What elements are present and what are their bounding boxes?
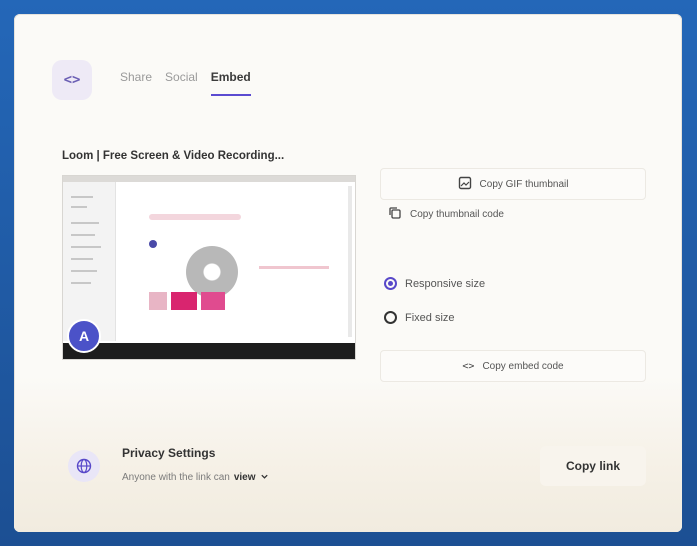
play-icon[interactable]	[186, 246, 238, 298]
thumbnail-sidebar	[63, 182, 116, 341]
code-icon: <>	[52, 60, 92, 100]
radio-fixed-size[interactable]: Fixed size	[384, 311, 455, 324]
thumbnail-controls	[63, 343, 355, 359]
copy-gif-thumbnail-label: Copy GIF thumbnail	[479, 178, 569, 190]
globe-icon	[68, 450, 100, 482]
privacy-prefix: Anyone with the link can	[122, 472, 230, 483]
privacy-settings-title: Privacy Settings	[122, 446, 216, 460]
radio-unselected-icon[interactable]	[384, 311, 397, 324]
tab-social[interactable]: Social	[165, 70, 198, 96]
thumbnail-line	[71, 258, 93, 260]
thumbnail-line	[71, 196, 93, 198]
thumbnail-tile	[149, 292, 167, 310]
avatar: A	[67, 319, 101, 353]
thumbnail-tile	[171, 292, 197, 310]
copy-thumbnail-code-label: Copy thumbnail code	[410, 209, 504, 220]
copy-icon	[388, 206, 402, 223]
thumbnail-highlight	[259, 266, 329, 269]
responsive-size-label: Responsive size	[405, 277, 486, 290]
thumbnail-tile	[201, 292, 225, 310]
tab-embed[interactable]: Embed	[210, 70, 251, 96]
chevron-down-icon[interactable]	[260, 472, 269, 484]
thumbnail-line	[71, 234, 95, 236]
radio-selected-icon[interactable]	[384, 277, 397, 290]
radio-responsive-size[interactable]: Responsive size	[384, 277, 485, 290]
tab-bar: Share Social Embed	[120, 70, 251, 96]
thumbnail-line	[71, 282, 91, 284]
fixed-size-label: Fixed size	[405, 311, 455, 324]
privacy-level-dropdown[interactable]: view	[234, 472, 256, 484]
thumbnail-line	[71, 222, 99, 224]
thumbnail-line	[71, 270, 97, 272]
thumbnail-highlight	[149, 214, 241, 220]
video-title: Loom | Free Screen & Video Recording...	[62, 150, 285, 162]
image-icon	[458, 176, 472, 193]
copy-link-button[interactable]: Copy link	[540, 446, 646, 486]
copy-embed-code-button[interactable]: <> Copy embed code	[380, 350, 646, 382]
copy-embed-code-label: Copy embed code	[482, 360, 564, 372]
video-thumbnail[interactable]: A	[62, 175, 356, 360]
privacy-permission: Anyone with the link can view	[122, 472, 269, 484]
copy-thumbnail-code-button[interactable]: Copy thumbnail code	[388, 206, 504, 223]
thumbnail-line	[71, 206, 87, 208]
code-icon: <>	[462, 360, 475, 372]
thumbnail-scrollbar	[348, 186, 352, 337]
thumbnail-line	[71, 246, 101, 248]
tab-share[interactable]: Share	[120, 70, 152, 96]
thumbnail-dot	[149, 240, 157, 248]
copy-gif-thumbnail-button[interactable]: Copy GIF thumbnail	[380, 168, 646, 200]
